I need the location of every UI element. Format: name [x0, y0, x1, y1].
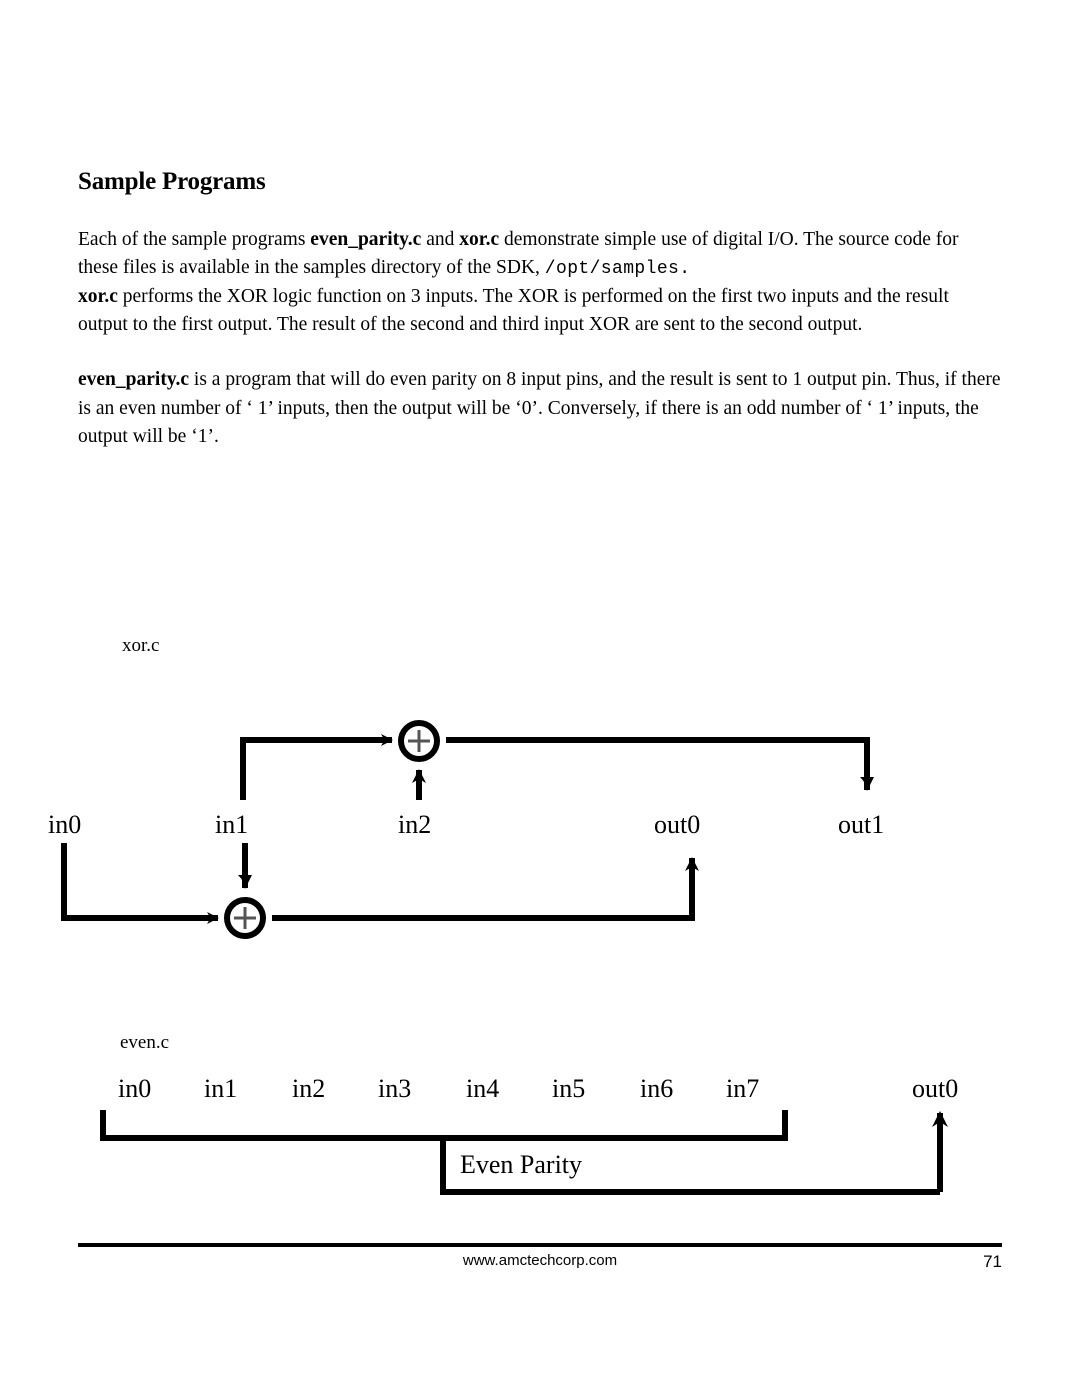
footer-page-number: 71 — [983, 1252, 1002, 1271]
even-input-bracket — [100, 1110, 788, 1141]
paragraph-intro: Each of the sample programs even_parity.… — [78, 228, 959, 280]
xor-label-out0: out0 — [654, 810, 701, 839]
paragraph-xor: xor.c performs the XOR logic function on… — [78, 285, 949, 336]
even-label-in2: in2 — [292, 1074, 326, 1103]
page-title: Sample Programs — [78, 168, 266, 195]
xor-gate-top — [398, 720, 440, 762]
wire-in1-to-top-gate — [240, 734, 393, 800]
even-label-out0: out0 — [912, 1074, 959, 1103]
even-label-in1: in1 — [204, 1074, 238, 1103]
footer-divider — [78, 1243, 1002, 1247]
xor-wires — [61, 734, 874, 924]
wire-bottom-gate-to-out0 — [272, 857, 699, 921]
even-diagram-caption: even.c — [120, 1032, 170, 1053]
xor-diagram-caption: xor.c — [122, 635, 160, 656]
even-label-in0: in0 — [118, 1074, 152, 1103]
even-parity-block-label: Even Parity — [460, 1150, 583, 1179]
even-label-in7: in7 — [726, 1074, 760, 1103]
document-page: Sample Programs Each of the sample progr… — [0, 0, 1080, 1397]
xor-gate-bottom — [224, 897, 266, 939]
even-label-in5: in5 — [552, 1074, 586, 1103]
even-label-in4: in4 — [466, 1074, 500, 1103]
document-body: Sample Programs Each of the sample progr… — [78, 168, 1002, 452]
paragraph-even-parity: even_parity.c is a program that will do … — [78, 369, 1001, 448]
even-label-in3: in3 — [378, 1074, 412, 1103]
even-label-in6: in6 — [640, 1074, 674, 1103]
wire-in0-to-bottom-gate — [61, 843, 219, 924]
xor-label-in2: in2 — [398, 810, 432, 839]
xor-label-in1: in1 — [215, 810, 249, 839]
xor-label-in0: in0 — [48, 810, 82, 839]
wire-top-gate-to-out1 — [446, 737, 874, 791]
xor-label-out1: out1 — [838, 810, 885, 839]
